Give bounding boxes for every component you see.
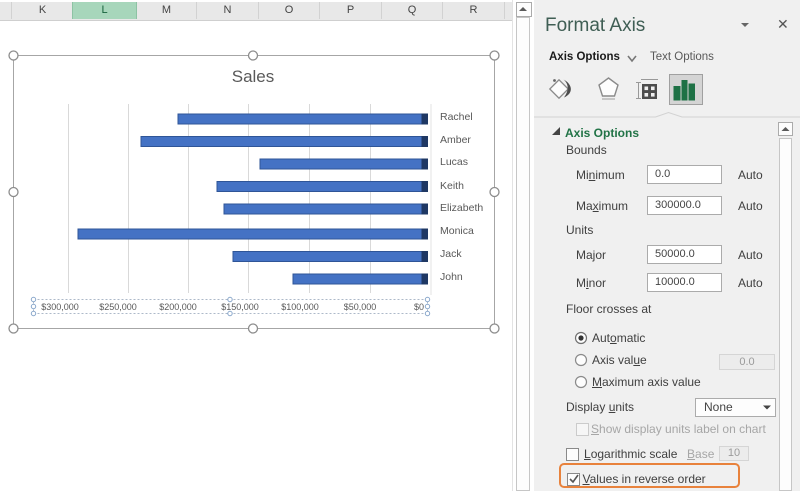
svg-text:$300,000: $300,000 (41, 302, 79, 312)
svg-text:$200,000: $200,000 (159, 302, 197, 312)
svg-text:$0: $0 (414, 302, 424, 312)
svg-text:Jack: Jack (440, 248, 462, 260)
svg-text:Elizabeth: Elizabeth (440, 202, 483, 214)
svg-text:Lucas: Lucas (440, 156, 468, 168)
svg-text:Monica: Monica (440, 225, 474, 237)
svg-text:Rachel: Rachel (440, 111, 473, 123)
svg-text:Sales: Sales (232, 67, 275, 86)
svg-text:$50,000: $50,000 (344, 302, 377, 312)
svg-text:$250,000: $250,000 (99, 302, 137, 312)
svg-text:Keith: Keith (440, 180, 464, 192)
svg-text:$150,000: $150,000 (221, 302, 259, 312)
svg-text:John: John (440, 271, 463, 283)
svg-text:$100,000: $100,000 (281, 302, 319, 312)
svg-text:Amber: Amber (440, 134, 471, 146)
